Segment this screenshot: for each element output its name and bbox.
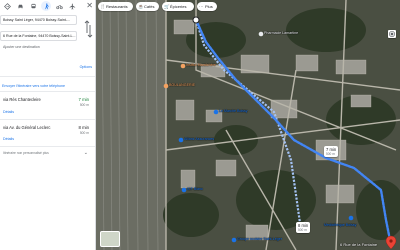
route-name: via Rés Chantecleire [3,97,41,102]
chip-label: Restaurants [106,4,128,9]
bubble-distance: 500 m [298,228,307,232]
more-icon: ⋯ [199,4,204,9]
mode-flight[interactable] [67,1,77,11]
close-icon[interactable]: ✕ [86,1,93,11]
library-pin-icon[interactable] [348,215,354,221]
place-label[interactable]: Le Marché Boissy [219,109,248,113]
place-label[interactable]: Pharmacie Lamartine [264,31,298,35]
satellite-map[interactable]: 🍴 Restaurants ☕ Cafés 🛒 Épiceries ⋯ Plus… [96,0,400,250]
place-label[interactable]: Mediathèque Boissy [324,223,356,227]
school-pin-icon[interactable] [231,237,237,243]
chip-more[interactable]: ⋯ Plus [197,2,217,11]
divider [0,76,95,77]
send-to-phone-link[interactable]: Envoyer l'itinéraire vers votre téléphon… [2,84,65,88]
route-details-link[interactable]: Détails [3,137,14,141]
route-time-bubble[interactable]: 8 min 500 m [296,222,311,233]
my-location-icon [389,31,395,37]
swap-icon[interactable] [84,17,93,41]
walking-icon [44,2,49,9]
shop-pin-icon[interactable] [213,109,219,115]
chip-label: Épiceries [170,4,187,9]
travel-mode-bar: ✕ [0,0,95,12]
route-time-bubble[interactable]: 7 min 500 m [324,146,339,157]
chip-groceries[interactable]: 🛒 Épiceries [162,2,194,11]
route-time: 7 min [78,97,89,102]
pharmacy-pin-icon[interactable] [258,31,264,37]
mode-walking[interactable] [41,1,51,11]
mode-bicycle[interactable] [54,1,64,11]
layers-toggle[interactable] [100,231,120,247]
origin-marker[interactable] [192,16,200,24]
flight-icon [69,3,75,9]
destination-label[interactable]: 6 Rue de la Fontaine [340,242,377,247]
grocery-icon: 🛒 [164,4,170,9]
chevron-down-icon[interactable]: ⌄ [84,150,88,156]
restaurant-icon: 🍴 [100,4,106,9]
add-destination-link[interactable]: Ajouter une destination [3,45,40,49]
mode-best[interactable] [2,1,12,11]
bicycle-icon [55,4,63,9]
chip-label: Plus [205,4,213,9]
place-label[interactable]: Allianz Assurances [184,137,214,141]
route-name: via Av. du Général Leclerc [3,125,51,130]
car-icon [17,4,23,8]
route-distance: 500 m [79,103,89,107]
coffee-icon: ☕ [138,4,144,9]
map-canvas [96,0,400,250]
route-distance: 500 m [79,131,89,135]
mode-car[interactable] [15,1,25,11]
place-label[interactable]: ICF Blanc [187,187,203,191]
options-button[interactable]: Options [80,65,92,69]
place-label[interactable]: Groupe scolaire Saint-Léger [237,237,282,241]
origin-input[interactable]: Boissy Saint Léger, 94470 Boissy-Saint-.… [0,15,77,25]
restaurant-pin-icon[interactable] [180,63,186,69]
mode-transit[interactable] [28,1,38,11]
directions-icon [3,2,11,10]
route-details-link[interactable]: Détails [3,110,14,114]
chip-label: Cafés [144,4,155,9]
insurance-pin-icon[interactable] [178,137,184,143]
divider [0,146,95,147]
location-button[interactable] [388,30,396,38]
chip-cafes[interactable]: ☕ Cafés [136,2,159,11]
steps-hint: Itinéraire non personnalisé plus [3,151,49,155]
bakery-pin-icon[interactable] [163,83,169,89]
route-time: 8 min [78,125,89,130]
office-pin-icon[interactable] [181,187,187,193]
chip-restaurants[interactable]: 🍴 Restaurants [98,2,133,11]
bubble-distance: 500 m [326,152,335,156]
divider [0,119,95,120]
transit-icon [30,3,36,8]
directions-panel: ✕ Boissy Saint Léger, 94470 Boissy-Saint… [0,0,96,250]
destination-input[interactable]: 6 Rue de la Fontaine, 94470 Boissy-Saint… [0,31,77,41]
place-label[interactable]: BOULANGERIE [169,83,195,87]
divider [0,91,95,92]
place-label[interactable]: Institut Maraîchère [186,63,216,67]
